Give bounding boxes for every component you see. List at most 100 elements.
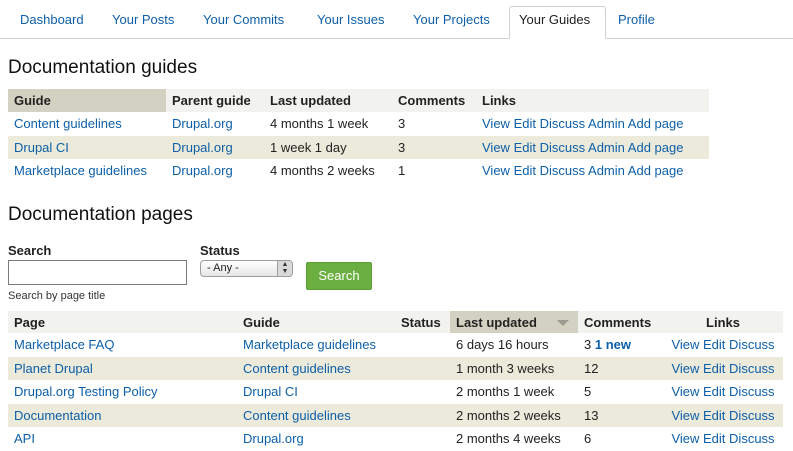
guide-link[interactable]: Content guidelines — [243, 361, 351, 376]
table-row: Marketplace guidelines Drupal.org 4 mont… — [8, 159, 709, 183]
edit-link[interactable]: Edit — [703, 384, 725, 399]
guide-link[interactable]: Drupal.org — [243, 431, 304, 446]
search-input[interactable] — [8, 260, 187, 285]
guide-link[interactable]: Marketplace guidelines — [243, 337, 376, 352]
table-row: Drupal CI Drupal.org 1 week 1 day 3 View… — [8, 135, 709, 159]
row-links: View Edit Discuss Admin Add page — [476, 135, 709, 159]
col-status: Status — [395, 311, 450, 333]
edit-link[interactable]: Edit — [703, 408, 725, 423]
comment-count: 12 — [584, 360, 599, 376]
comment-count: 5 — [584, 384, 592, 400]
col-page: Page — [8, 311, 237, 333]
search-button[interactable]: Search — [306, 262, 372, 290]
col-guide[interactable]: Guide — [8, 89, 166, 112]
page-link[interactable]: Drupal.org Testing Policy — [14, 384, 158, 399]
edit-link[interactable]: Edit — [703, 337, 725, 352]
guide-link[interactable]: Marketplace guidelines — [14, 163, 147, 178]
search-description: Search by page title — [8, 290, 106, 302]
col-comments: Comments — [578, 311, 663, 333]
comments-cell: 13 — [578, 403, 663, 427]
edit-link[interactable]: Edit — [514, 116, 536, 131]
row-links: View Edit Discuss — [663, 427, 783, 451]
page-link[interactable]: Planet Drupal — [14, 361, 93, 376]
admin-link[interactable]: Admin — [588, 140, 625, 155]
tab-your-commits[interactable]: Your Commits — [203, 10, 284, 30]
view-link[interactable]: View — [671, 384, 699, 399]
guide-link[interactable]: Content guidelines — [243, 408, 351, 423]
tab-dashboard[interactable]: Dashboard — [20, 10, 84, 30]
view-link[interactable]: View — [671, 408, 699, 423]
table-row: Planet Drupal Content guidelines 1 month… — [8, 356, 783, 380]
discuss-link[interactable]: Discuss — [729, 337, 775, 352]
view-link[interactable]: View — [482, 163, 510, 178]
page-link[interactable]: API — [14, 431, 35, 446]
col-last-updated[interactable]: Last updated — [450, 311, 578, 333]
comments-cell: 12 — [578, 356, 663, 380]
parent-guide-link[interactable]: Drupal.org — [172, 163, 233, 178]
discuss-link[interactable]: Discuss — [729, 431, 775, 446]
table-row: Documentation Content guidelines 2 month… — [8, 403, 783, 427]
discuss-link[interactable]: Discuss — [540, 116, 586, 131]
comment-count: 3 — [398, 116, 406, 132]
last-updated: 6 days 16 hours — [456, 337, 549, 353]
view-link[interactable]: View — [482, 140, 510, 155]
edit-link[interactable]: Edit — [514, 140, 536, 155]
tab-your-guides[interactable]: Your Guides — [509, 6, 606, 39]
col-guide: Guide — [237, 311, 395, 333]
parent-guide-link[interactable]: Drupal.org — [172, 116, 233, 131]
edit-link[interactable]: Edit — [514, 163, 536, 178]
status-select[interactable]: - Any - ▲ ▼ — [200, 260, 293, 277]
comment-count: 1 — [398, 163, 406, 179]
page-link[interactable]: Marketplace FAQ — [14, 337, 114, 352]
last-updated: 4 months 1 week — [270, 116, 369, 132]
edit-link[interactable]: Edit — [703, 361, 725, 376]
pages-heading: Documentation pages — [8, 204, 193, 225]
row-links: View Edit Discuss — [663, 403, 783, 427]
last-updated: 1 week 1 day — [264, 135, 392, 159]
add-page-link[interactable]: Add page — [628, 140, 684, 155]
status-cell — [395, 403, 450, 427]
guide-link[interactable]: Drupal CI — [14, 140, 69, 155]
view-link[interactable]: View — [671, 431, 699, 446]
new-comments-link[interactable]: 1 new — [595, 337, 631, 352]
parent-guide-link[interactable]: Drupal.org — [172, 140, 233, 155]
tab-your-projects[interactable]: Your Projects — [413, 10, 490, 30]
discuss-link[interactable]: Discuss — [729, 384, 775, 399]
table-row: Marketplace FAQ Marketplace guidelines 6… — [8, 333, 783, 357]
col-parent-guide: Parent guide — [166, 89, 264, 112]
table-row: Drupal.org Testing Policy Drupal CI 2 mo… — [8, 380, 783, 404]
tab-your-posts[interactable]: Your Posts — [112, 10, 174, 30]
col-last-updated: Last updated — [264, 89, 392, 112]
tab-your-issues[interactable]: Your Issues — [317, 10, 384, 30]
last-updated: 4 months 2 weeks — [270, 163, 375, 179]
add-page-link[interactable]: Add page — [628, 116, 684, 131]
search-label: Search — [8, 243, 52, 258]
view-link[interactable]: View — [482, 116, 510, 131]
page-link[interactable]: Documentation — [14, 408, 101, 423]
admin-link[interactable]: Admin — [588, 116, 625, 131]
row-links: View Edit Discuss — [663, 380, 783, 404]
comments-cell: 3 1 new — [578, 333, 663, 357]
comment-count: 3 — [392, 135, 476, 159]
view-link[interactable]: View — [671, 337, 699, 352]
status-cell — [395, 380, 450, 404]
col-links: Links — [663, 311, 783, 333]
status-cell — [395, 356, 450, 380]
comments-cell: 5 — [578, 380, 663, 404]
discuss-link[interactable]: Discuss — [540, 140, 586, 155]
guide-link[interactable]: Drupal CI — [243, 384, 298, 399]
discuss-link[interactable]: Discuss — [729, 361, 775, 376]
status-cell — [395, 333, 450, 357]
tab-profile[interactable]: Profile — [618, 10, 655, 30]
view-link[interactable]: View — [671, 361, 699, 376]
col-last-updated-label: Last updated — [456, 314, 537, 330]
discuss-link[interactable]: Discuss — [540, 163, 586, 178]
col-links: Links — [476, 89, 709, 112]
add-page-link[interactable]: Add page — [628, 163, 684, 178]
edit-link[interactable]: Edit — [703, 431, 725, 446]
admin-link[interactable]: Admin — [588, 163, 625, 178]
comments-cell: 6 — [578, 427, 663, 451]
guide-link[interactable]: Content guidelines — [14, 116, 122, 131]
status-label: Status — [200, 243, 240, 258]
discuss-link[interactable]: Discuss — [729, 408, 775, 423]
